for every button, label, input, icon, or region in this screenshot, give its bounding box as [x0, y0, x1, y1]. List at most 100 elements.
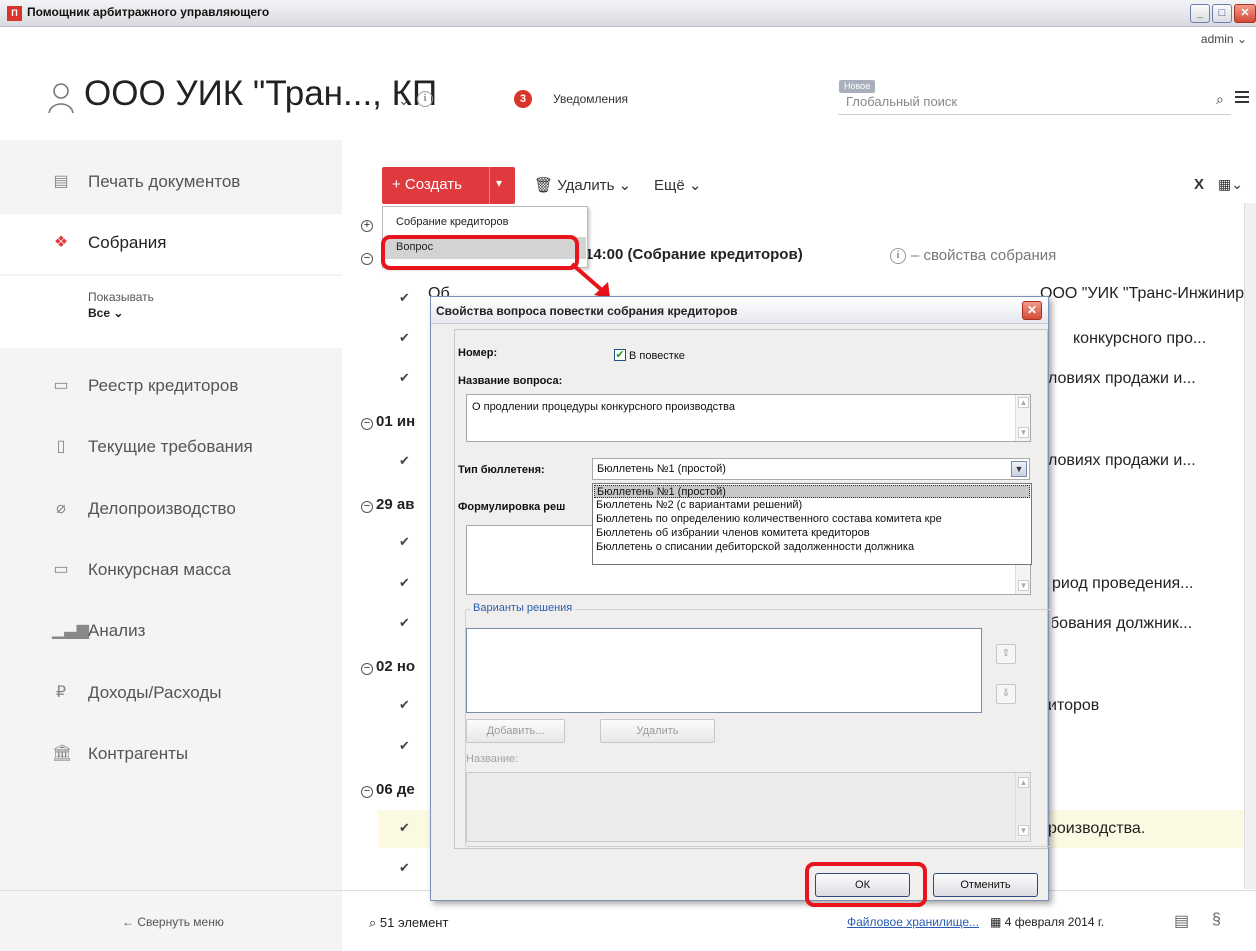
paperclip-icon: ⌀ [56, 500, 66, 517]
file-storage-link[interactable]: Файловое хранилище... [847, 915, 979, 929]
arrow-down-icon[interactable]: ⇩ [996, 684, 1016, 704]
ballot-option[interactable]: Бюллетень по определению количественного… [594, 513, 1030, 526]
field-scrollbar[interactable]: ▲ ▼ [1015, 773, 1030, 841]
menu-icon[interactable] [1235, 91, 1249, 103]
show-label: Показывать [88, 290, 154, 304]
checkbox-checked[interactable]: ✔ [399, 739, 411, 752]
section-icon[interactable]: § [1212, 911, 1221, 929]
global-search-input[interactable] [838, 88, 1231, 115]
collapse-icon[interactable]: − [361, 663, 373, 675]
menu-item-creditors-meeting[interactable]: Собрание кредиторов [384, 212, 586, 234]
cancel-button[interactable]: Отменить [933, 873, 1038, 897]
question-name-value: О продлении процедуры конкурсного произв… [472, 401, 736, 413]
export-excel-button[interactable]: X [1194, 176, 1204, 193]
ballot-option[interactable]: Бюллетень о списании дебиторской задолже… [594, 541, 1030, 554]
minimize-button[interactable]: _ [1190, 4, 1210, 23]
list-item[interactable]: роизводства. [1048, 820, 1145, 838]
sidebar-item-label: Делопроизводство [88, 499, 236, 518]
calendar-icon: ▦ [990, 915, 1002, 929]
sidebar-item-estate[interactable]: ▭ Конкурсная масса [0, 541, 342, 601]
dialog-close-button[interactable]: ✕ [1022, 301, 1042, 320]
sidebar-item-analysis[interactable]: ▁▃▆ Анализ [0, 602, 342, 662]
list-item[interactable]: ловиях продажи и... [1048, 452, 1196, 470]
variants-list[interactable] [466, 628, 982, 713]
group-date: 01 ин [376, 413, 416, 430]
checkbox-checked[interactable]: ✔ [399, 535, 411, 548]
bar-chart-icon: ▁▃▆ [52, 622, 89, 639]
ballot-option[interactable]: Бюллетень об избрании членов комитета кр… [594, 527, 1030, 540]
org-title[interactable]: ООО УИК "Тран..., КП [84, 74, 437, 114]
notifications-link[interactable]: Уведомления [553, 92, 628, 106]
delete-button[interactable]: 🗑 Удалить ⌄ [534, 176, 631, 194]
checkbox-checked[interactable]: ✔ [399, 698, 411, 711]
ballot-option[interactable]: Бюллетень №2 (с вариантами решений) [594, 499, 1030, 512]
collapse-icon[interactable]: − [361, 786, 373, 798]
number-label: Номер: [458, 347, 498, 359]
list-item[interactable]: иторов [1048, 697, 1099, 715]
create-button[interactable]: + Создать ▾ [382, 167, 515, 204]
list-scrollbar[interactable] [1244, 203, 1256, 889]
notification-badge[interactable]: 3 [514, 90, 533, 108]
checkbox-checked[interactable]: ✔ [399, 331, 411, 344]
checkbox-checked[interactable]: ✔ [399, 291, 411, 304]
checkbox-checked[interactable]: ✔ [399, 454, 411, 467]
search-icon: ⌕ [369, 915, 377, 930]
window-close-button[interactable]: ✕ [1234, 4, 1256, 23]
variant-name-label: Название: [466, 753, 519, 765]
sidebar-item-records[interactable]: ⌀ Делопроизводство [0, 480, 342, 540]
arrow-up-icon[interactable]: ⇧ [996, 644, 1016, 664]
ballot-option[interactable]: Бюллетень №1 (простой) [594, 485, 1030, 498]
ballot-type-options: Бюллетень №1 (простой) Бюллетень №2 (с в… [592, 483, 1032, 565]
checkbox-checked[interactable]: ✔ [399, 616, 411, 629]
list-item[interactable]: риод проведения... [1052, 575, 1194, 593]
collapse-menu-label: ← Свернуть меню [122, 915, 224, 929]
question-name-field[interactable]: О продлении процедуры конкурсного произв… [466, 394, 1031, 442]
document-icon: ▯ [56, 438, 66, 455]
sidebar-item-income[interactable]: ₽ Доходы/Расходы [0, 664, 342, 724]
field-scrollbar[interactable]: ▲ ▼ [1015, 395, 1030, 441]
chevron-down-icon[interactable]: ▼ [1011, 461, 1027, 477]
expand-icon[interactable]: + [361, 220, 373, 232]
chevron-down-icon[interactable]: ⌄ [398, 92, 410, 109]
sidebar-item-print[interactable]: ▤ Печать документов [0, 153, 342, 213]
info-icon[interactable]: i [890, 248, 906, 264]
maximize-button[interactable]: □ [1212, 4, 1232, 23]
bank-icon: 🏛 [52, 745, 73, 762]
checkbox-checked[interactable]: ✔ [399, 861, 411, 874]
show-filter-dropdown[interactable]: Все ⌄ [88, 306, 123, 320]
checkbox-checked[interactable]: ✔ [399, 576, 411, 589]
sidebar-item-current-claims[interactable]: ▯ Текущие требования [0, 418, 342, 478]
collapse-icon[interactable]: − [361, 418, 373, 430]
search-icon[interactable]: ⌕ [1216, 91, 1224, 108]
list-item[interactable]: ловиях продажи и... [1048, 370, 1196, 388]
checkbox-checked[interactable]: ✔ [399, 371, 411, 384]
group-date: 06 де [376, 781, 415, 798]
notes-icon[interactable]: ▤ [1174, 911, 1189, 931]
collapse-menu-button[interactable]: ← Свернуть меню [0, 890, 342, 951]
add-variant-button[interactable]: Добавить... [466, 719, 565, 743]
app-icon: П [7, 6, 22, 21]
collapse-icon[interactable]: − [361, 501, 373, 513]
delete-variant-button[interactable]: Удалить [600, 719, 715, 743]
user-menu[interactable]: admin ⌄ [1201, 32, 1247, 46]
list-item[interactable]: ООО "УИК "Транс-Инжинири... [1040, 285, 1256, 303]
agenda-checkbox[interactable]: ✔ [614, 349, 626, 361]
list-item[interactable]: конкурсного про... [1073, 330, 1206, 348]
sidebar-item-contractors[interactable]: 🏛 Контрагенты [0, 725, 342, 785]
meeting-properties-link[interactable]: – свойства собрания [911, 247, 1056, 264]
ballot-type-select[interactable]: Бюллетень №1 (простой) ▼ [592, 458, 1030, 480]
sidebar-item-creditors-registry[interactable]: ▭ Реестр кредиторов [0, 357, 342, 417]
variant-name-field[interactable]: ▲ ▼ [466, 772, 1031, 842]
more-button[interactable]: Ещё ⌄ [654, 176, 701, 194]
sidebar-item-label: Доходы/Расходы [88, 683, 222, 702]
sidebar-item-meetings[interactable]: ❖ Собрания [0, 214, 342, 274]
item-count: ⌕ 51 элемент [369, 915, 449, 930]
checkbox-checked[interactable]: ✔ [399, 821, 411, 834]
dialog-title: Свойства вопроса повестки собрания креди… [436, 304, 738, 318]
view-settings-icon[interactable]: ▦⌄ [1218, 176, 1243, 193]
collapse-icon[interactable]: − [361, 253, 373, 265]
info-icon[interactable]: i [417, 91, 433, 107]
chevron-down-icon[interactable]: ▾ [496, 176, 502, 190]
list-item[interactable]: бования должник... [1050, 615, 1192, 633]
group-date: 29 ав [376, 496, 415, 513]
